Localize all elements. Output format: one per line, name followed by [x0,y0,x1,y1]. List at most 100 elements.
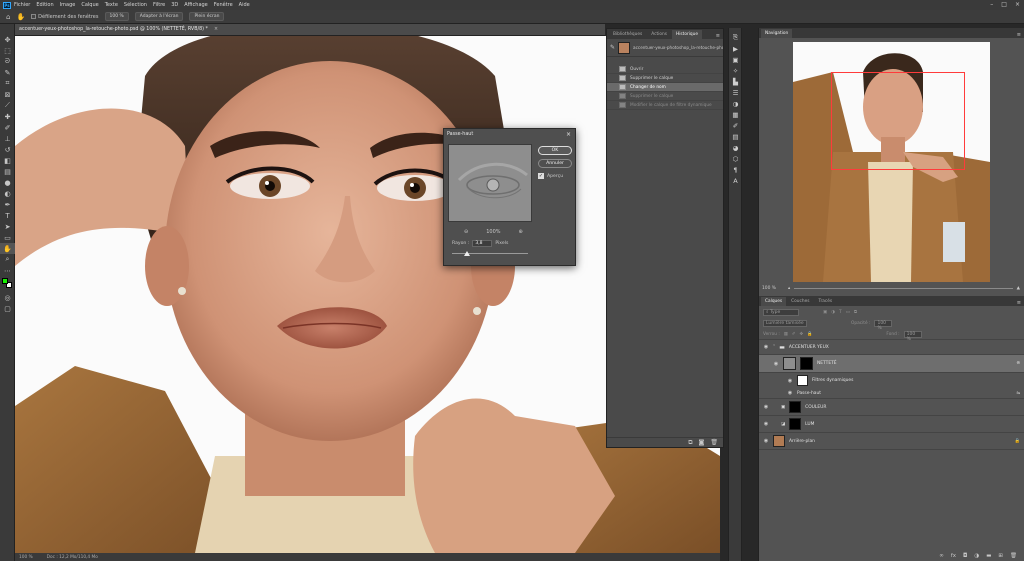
layer-row-background[interactable]: ◉ Arrière-plan 🔒 [759,433,1024,450]
fill-input[interactable]: 100 % [903,330,922,342]
maximize-button[interactable]: □ [1001,1,1007,8]
radius-input[interactable]: 3,8 [472,240,493,247]
navigator-zoom-out-icon[interactable]: ▴ [788,286,790,291]
more-icon[interactable]: ⋯ [0,265,15,276]
menu-affichage[interactable]: Affichage [184,2,208,8]
play-actions-icon[interactable]: ▶ [729,43,742,54]
quick-mask-icon[interactable]: ◎ [0,292,15,303]
menu-3d[interactable]: 3D [171,2,178,8]
menu-filtre[interactable]: Filtre [153,2,165,8]
path-select-icon[interactable]: ➤ [0,221,15,232]
hand-icon[interactable]: ✋ [0,243,15,254]
delete-layer-icon[interactable]: 🗑 [1010,553,1017,559]
new-layer-icon[interactable]: ⊞ [998,553,1003,559]
zoom-out-icon[interactable]: ⊖ [464,229,468,235]
close-window-button[interactable]: × [1015,1,1020,8]
fill-screen-button[interactable]: Plein écran [189,12,225,21]
eyedropper-icon[interactable]: ⟋ [0,100,15,111]
preview-checkbox[interactable]: ✓ [538,173,544,179]
filter-shape-icon[interactable]: ▭ [846,310,850,315]
brush-icon[interactable]: ✐ [0,122,15,133]
blend-mode-select[interactable]: Lumière tamisée [763,320,807,327]
history-item[interactable]: Supprimer le calque [607,74,723,83]
radius-slider-handle[interactable] [464,251,470,256]
document-tab[interactable]: accentuer-yeux-photoshop_la-retouche-pho… [15,24,605,36]
close-document-icon[interactable]: × [214,27,218,32]
menu-aide[interactable]: Aide [239,2,250,8]
filter-type-icon[interactable]: T [839,310,842,315]
lock-all-icon[interactable]: 🔒 [807,332,812,337]
trash-icon[interactable]: 🗑 [710,439,718,446]
dodge-icon[interactable]: ◐ [0,188,15,199]
home-icon[interactable]: ⌂ [6,13,10,21]
histogram-icon[interactable]: ▙ [729,76,742,87]
marquee-icon[interactable]: ⬚ [0,45,15,56]
character-icon[interactable]: A [729,175,742,186]
menu-image[interactable]: Image [60,2,76,8]
zoom-icon[interactable]: ⌕ [0,254,15,265]
menu-fenetre[interactable]: Fenêtre [214,2,233,8]
fit-screen-button[interactable]: Adapter à l'écran [134,12,184,21]
navigator-zoom-value[interactable]: 100 % [762,286,776,291]
link-layers-icon[interactable]: ∞ [939,553,944,559]
eye-icon[interactable]: ◉ [763,344,769,350]
history-item-undone[interactable]: Supprimer le calque [607,92,723,101]
rectangle-icon[interactable]: ▭ [0,232,15,243]
dialog-title-bar[interactable]: Passe-haut × [444,129,575,139]
color-wheel-icon[interactable]: ◕ [729,142,742,153]
layer-row-smart-filters[interactable]: ◉ Filtres dynamiques [759,373,1024,388]
filter-pixel-icon[interactable]: ▣ [823,310,827,315]
filter-smart-icon[interactable]: ⧉ [854,309,857,315]
tab-layers[interactable]: Calques [761,297,787,306]
crop-icon[interactable]: ⌗ [0,78,15,89]
swatches-icon[interactable]: ▦ [729,109,742,120]
healing-icon[interactable]: ✚ [0,111,15,122]
lock-paint-icon[interactable]: ✐ [792,332,796,337]
quick-select-icon[interactable]: ✎ [0,67,15,78]
navigator-view-box[interactable] [831,72,965,170]
new-document-from-state-icon[interactable]: ⧉ [688,439,692,447]
layer-row-group[interactable]: ◉ ˅ ▬ ACCENTUER YEUX [759,340,1024,355]
tab-channels[interactable]: Couches [787,297,813,306]
ok-button[interactable]: OK [538,146,572,155]
cancel-button[interactable]: Annuler [538,159,572,168]
history-item-selected[interactable]: Changer de nom [607,83,723,92]
layer-kind-select[interactable]: ⌕ Type [763,308,799,316]
libraries-icon[interactable]: ▣ [729,54,742,65]
panel-menu-icon[interactable]: ≡ [716,33,720,39]
new-adjustment-icon[interactable]: ◑ [974,553,979,559]
learn-icon[interactable]: ✧ [729,65,742,76]
navigator-menu-icon[interactable]: ≡ [1017,32,1021,38]
screen-mode-icon[interactable]: ▢ [0,303,15,314]
navigator-zoom-in-icon[interactable]: ▲ [1017,286,1020,291]
zoom-100-button[interactable]: 100 % [104,12,129,21]
eye-icon[interactable]: ◉ [787,390,793,396]
history-item-undone[interactable]: Modifier le calque de filtre dynamique [607,101,723,110]
zoom-in-icon[interactable]: ⊕ [519,229,523,235]
eye-icon[interactable]: ◉ [763,438,769,444]
color-swatches[interactable] [0,276,14,292]
history-panel-icon[interactable]: ⎘ [729,32,742,43]
eye-icon[interactable]: ◉ [773,361,779,367]
scroll-all-checkbox[interactable] [31,14,37,19]
layers-menu-icon[interactable]: ≡ [1017,300,1021,306]
3d-icon[interactable]: ⬡ [729,153,742,164]
history-item[interactable]: Ouvrir [607,65,723,74]
frame-icon[interactable]: ⊠ [0,89,15,100]
styles-icon[interactable]: ▤ [729,131,742,142]
history-snapshot[interactable]: ✎ accentuer-yeux-photoshop_la-retouche-p… [607,39,723,57]
tab-navigation[interactable]: Navigation [761,29,793,38]
eye-icon[interactable]: ◉ [763,421,769,427]
brush-settings-icon[interactable]: ✐ [729,120,742,131]
blur-icon[interactable]: ● [0,177,15,188]
paragraph-icon[interactable]: ¶ [729,164,742,175]
layer-row-adjust[interactable]: ◉ ▣ COULEUR [759,399,1024,416]
history-brush-source-icon[interactable]: ✎ [610,44,615,51]
tab-paths[interactable]: Tracés [815,297,837,306]
filter-preview[interactable] [448,144,532,222]
minimize-button[interactable]: – [990,1,993,8]
type-icon[interactable]: T [0,210,15,221]
tab-actions[interactable]: Actions [647,30,671,39]
menu-selection[interactable]: Sélection [124,2,147,8]
lasso-icon[interactable]: ᘐ [0,56,15,67]
